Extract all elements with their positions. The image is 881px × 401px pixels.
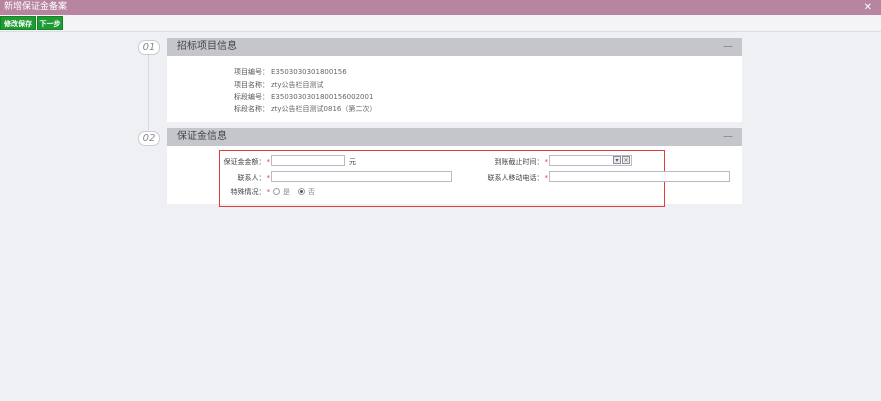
special-yes-radio[interactable] (273, 188, 280, 195)
info-label: 项目名称： (234, 81, 269, 89)
info-value: zty公告栏目测试 (271, 81, 324, 89)
clear-icon[interactable]: × (622, 156, 630, 164)
modify-save-button[interactable]: 修改保存 (0, 16, 36, 30)
phone-input[interactable] (549, 171, 730, 182)
window-title: 新增保证金备案 (4, 2, 68, 12)
section-title: 招标项目信息 (177, 41, 237, 52)
required-mark: * (544, 158, 549, 166)
info-value: zty公告栏目测试0816（第二次） (271, 105, 377, 113)
toolbar: 修改保存 下一步 (0, 15, 881, 32)
info-label: 标段编号： (234, 93, 269, 101)
required-mark: * (266, 158, 271, 166)
info-value: E3503030301800156 (271, 68, 347, 76)
amount-unit: 元 (349, 158, 356, 166)
special-no-radio[interactable] (298, 188, 305, 195)
info-row-project-code: 项目编号： E3503030301800156 (234, 67, 347, 77)
section-header-bid-project: 招标项目信息 — (167, 38, 742, 56)
deadline-label: 到账截止时间：* (494, 158, 549, 166)
next-step-button[interactable]: 下一步 (37, 16, 63, 30)
required-mark: * (266, 188, 271, 196)
required-mark: * (266, 174, 271, 182)
contact-label: 联系人：* (237, 174, 271, 182)
close-icon[interactable]: ✕ (864, 0, 872, 15)
amount-label: 保证金金额：* (223, 158, 271, 166)
info-row-lot-name: 标段名称： zty公告栏目测试0816（第二次） (234, 104, 376, 114)
window-titlebar: 新增保证金备案 ✕ (0, 0, 881, 15)
special-no-label: 否 (308, 188, 315, 196)
special-label: 特殊情况：* (230, 188, 271, 196)
required-mark: * (544, 174, 549, 182)
timeline-connector (148, 55, 149, 130)
info-label: 项目编号： (234, 68, 269, 76)
step-number-1: 01 (138, 40, 160, 55)
info-row-lot-code: 标段编号： E3503030301800156002001 (234, 92, 373, 102)
phone-label: 联系人移动电话：* (487, 174, 549, 182)
info-row-project-name: 项目名称： zty公告栏目测试 (234, 80, 324, 90)
info-value: E3503030301800156002001 (271, 93, 374, 101)
section-title: 保证金信息 (177, 131, 227, 142)
collapse-icon[interactable]: — (723, 128, 733, 146)
calendar-dropdown-icon[interactable]: ▾ (613, 156, 621, 164)
special-yes-label: 是 (283, 188, 290, 196)
collapse-icon[interactable]: — (723, 38, 733, 56)
info-label: 标段名称： (234, 105, 269, 113)
step-number-2: 02 (138, 131, 160, 146)
contact-input[interactable] (271, 171, 452, 182)
amount-input[interactable] (271, 155, 345, 166)
section-header-deposit: 保证金信息 — (167, 128, 742, 146)
